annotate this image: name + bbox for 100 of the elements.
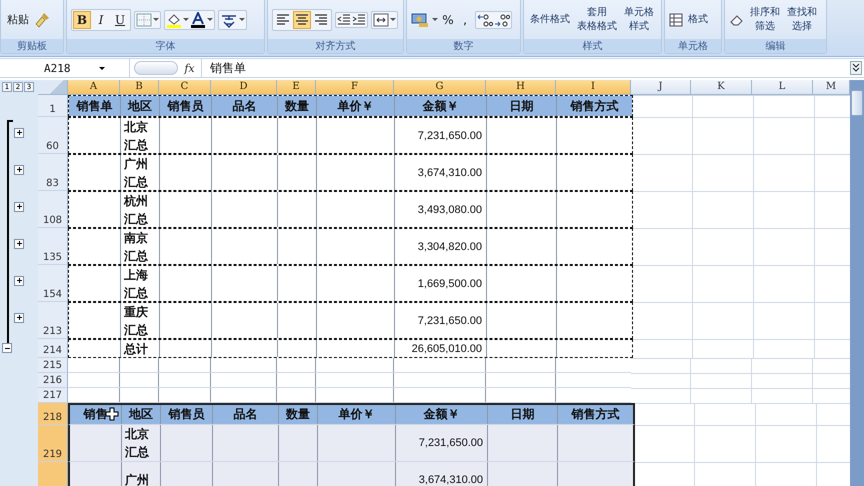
collapse-button[interactable]: [2, 343, 12, 353]
empty-cell[interactable]: [754, 302, 815, 339]
column-header[interactable]: I: [556, 80, 631, 94]
expand-button[interactable]: [14, 128, 24, 138]
column-header[interactable]: G: [394, 80, 486, 94]
money-icon[interactable]: [411, 12, 429, 28]
empty-cell[interactable]: [693, 95, 754, 117]
row-header[interactable]: 154: [38, 265, 68, 302]
empty-cell[interactable]: [756, 425, 817, 462]
select-all-button[interactable]: [38, 80, 68, 94]
format-button[interactable]: B: [73, 10, 91, 28]
row-header[interactable]: 213: [38, 302, 68, 339]
empty-cell[interactable]: [631, 388, 691, 403]
empty-cell[interactable]: [633, 265, 693, 302]
empty-cell[interactable]: [693, 191, 754, 228]
empty-cell[interactable]: [754, 154, 815, 191]
column-header[interactable]: F: [316, 80, 394, 94]
empty-cell[interactable]: [693, 117, 754, 154]
empty-cell[interactable]: [693, 154, 754, 191]
expand-button[interactable]: [14, 238, 24, 248]
empty-cell[interactable]: [691, 373, 752, 388]
empty-cell[interactable]: [693, 228, 754, 265]
empty-cell[interactable]: [695, 425, 756, 462]
column-header[interactable]: J: [631, 80, 691, 94]
empty-cell[interactable]: [752, 373, 813, 388]
empty-cell[interactable]: [693, 339, 754, 358]
empty-cell[interactable]: [693, 265, 754, 302]
empty-cell[interactable]: [754, 95, 815, 117]
empty-cell[interactable]: [754, 117, 815, 154]
style-command[interactable]: 单元格 样式: [622, 6, 656, 34]
column-header[interactable]: M: [813, 80, 850, 94]
empty-cell[interactable]: [633, 228, 693, 265]
empty-cell[interactable]: [754, 228, 815, 265]
expand-icon[interactable]: [850, 61, 862, 75]
vertical-scrollbar[interactable]: [850, 80, 864, 486]
font-color-icon[interactable]: [190, 12, 206, 28]
paste-button[interactable]: 粘贴: [5, 12, 31, 27]
edit-command[interactable]: 排序和 筛选: [748, 6, 782, 34]
indent-icon[interactable]: [352, 14, 366, 26]
caret-icon[interactable]: [183, 18, 189, 21]
expand-button[interactable]: [14, 276, 24, 286]
expand-button[interactable]: [14, 202, 24, 212]
row-header[interactable]: 219: [38, 425, 68, 462]
empty-cell[interactable]: [633, 154, 693, 191]
empty-cell[interactable]: [631, 358, 691, 373]
empty-cell[interactable]: [695, 403, 756, 425]
empty-cell[interactable]: [633, 339, 693, 358]
align-button[interactable]: [293, 10, 311, 28]
increase-decimal-icon[interactable]: [477, 12, 493, 26]
row-header[interactable]: 83: [38, 154, 68, 191]
caret-icon[interactable]: [432, 18, 438, 21]
empty-cell[interactable]: [752, 388, 813, 403]
row-header[interactable]: 108: [38, 191, 68, 228]
format-button[interactable]: U: [111, 10, 129, 28]
table-icon[interactable]: [669, 12, 683, 26]
empty-cell[interactable]: [754, 339, 815, 358]
column-header[interactable]: C: [159, 80, 211, 94]
caret-icon[interactable]: [153, 18, 159, 21]
caret-icon[interactable]: [239, 18, 245, 21]
caret-icon[interactable]: [390, 18, 396, 21]
empty-cell[interactable]: [631, 373, 691, 388]
empty-cell[interactable]: [633, 117, 693, 154]
row-header[interactable]: 60: [38, 117, 68, 154]
column-header[interactable]: H: [486, 80, 556, 94]
indent-icon[interactable]: [337, 14, 351, 26]
number-format-button[interactable]: %: [441, 10, 455, 28]
formula-field[interactable]: 销售单: [202, 60, 850, 76]
row-header[interactable]: 135: [38, 228, 68, 265]
empty-cell[interactable]: [691, 358, 752, 373]
expand-button[interactable]: [14, 164, 24, 174]
caret-icon[interactable]: [98, 66, 104, 70]
row-header[interactable]: 214: [38, 339, 68, 358]
decrease-decimal-icon[interactable]: [494, 12, 510, 26]
column-header[interactable]: K: [691, 80, 752, 94]
eraser-icon[interactable]: [729, 14, 745, 26]
style-command[interactable]: 条件格式: [528, 12, 572, 26]
caret-icon[interactable]: [207, 18, 213, 21]
column-header[interactable]: D: [211, 80, 277, 94]
style-command[interactable]: 套用 表格格式: [575, 6, 619, 34]
brush-icon[interactable]: [34, 12, 50, 28]
row-header[interactable]: 1: [38, 95, 68, 117]
empty-cell[interactable]: [633, 302, 693, 339]
empty-cell[interactable]: [633, 191, 693, 228]
column-header[interactable]: E: [277, 80, 316, 94]
empty-cell[interactable]: [691, 388, 752, 403]
row-header[interactable]: 217: [38, 388, 68, 403]
column-header[interactable]: L: [752, 80, 813, 94]
merge-icon[interactable]: [373, 12, 389, 26]
function-button[interactable]: fx: [178, 59, 202, 77]
scroll-thumb[interactable]: [851, 90, 863, 116]
row-header[interactable]: 215: [38, 358, 68, 373]
column-header[interactable]: A: [68, 80, 120, 94]
empty-cell[interactable]: [754, 265, 815, 302]
empty-cell[interactable]: [754, 191, 815, 228]
row-header[interactable]: 218: [38, 403, 68, 425]
format-command[interactable]: 格式: [686, 12, 710, 26]
format-button[interactable]: I: [92, 10, 110, 28]
splitter-handle[interactable]: [134, 61, 178, 75]
fill-color-icon[interactable]: [166, 12, 182, 28]
expand-button[interactable]: [14, 312, 24, 322]
